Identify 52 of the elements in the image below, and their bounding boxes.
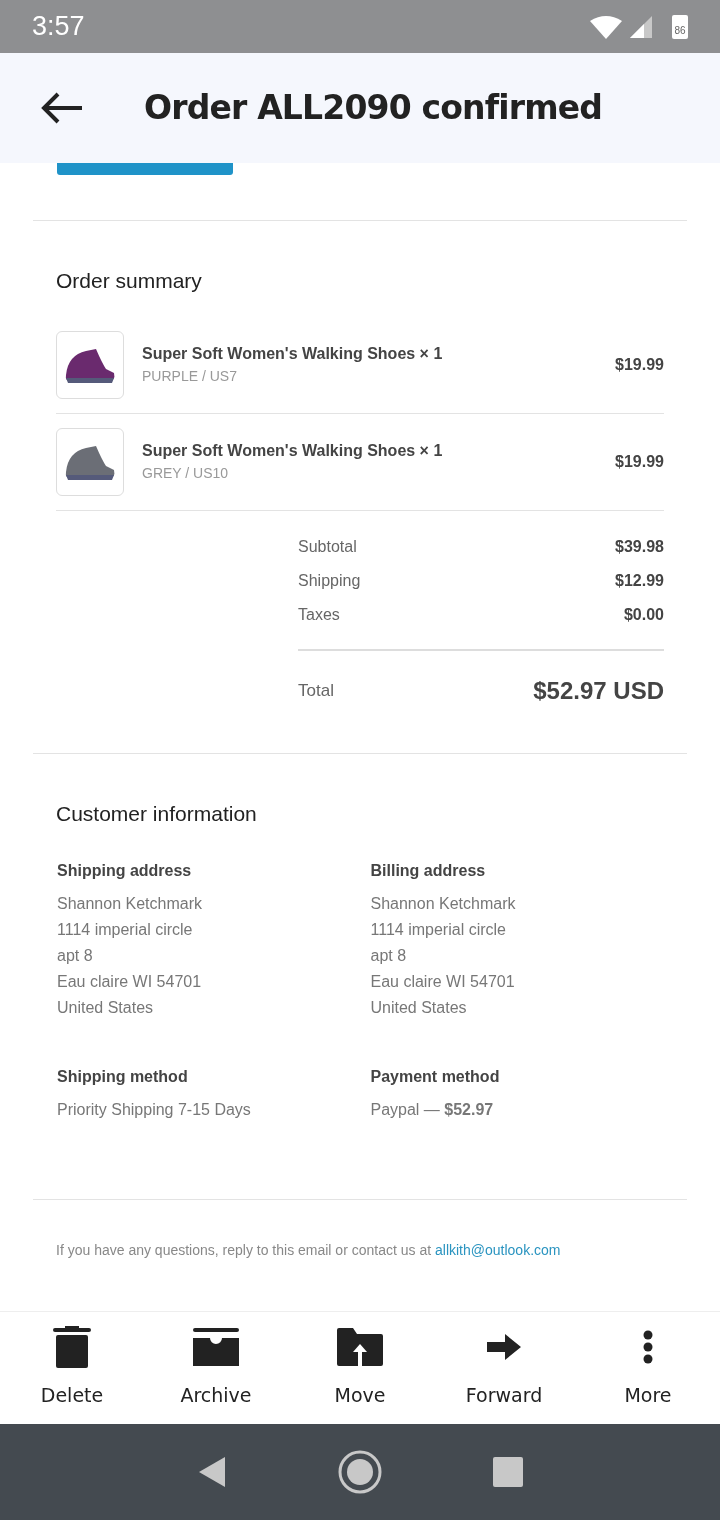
total-value: $52.97 USD: [533, 675, 664, 706]
email-link[interactable]: allkith@outlook.com: [435, 1242, 561, 1258]
info-line: Paypal — $52.97: [370, 1100, 495, 1120]
total-label: Total: [298, 679, 334, 702]
summary-label: Shipping: [298, 570, 361, 591]
toolbar-button[interactable]: Move: [288, 1312, 432, 1423]
archive-box-icon: [193, 1328, 239, 1367]
back-nav-icon[interactable]: [197, 1455, 227, 1489]
folder-upload-icon: [337, 1328, 383, 1367]
info-line: 1114 imperial circle: [370, 920, 507, 940]
right-arrow-icon: [487, 1334, 521, 1361]
info-line: apt 8: [370, 946, 408, 966]
toolbar-button[interactable]: Delete: [0, 1312, 144, 1423]
back-arrow-icon[interactable]: [40, 91, 84, 125]
product-price: $19.99: [615, 451, 664, 472]
info-line: Eau claire WI 54701: [57, 972, 203, 992]
info-line: Priority Shipping 7-15 Days: [57, 1100, 252, 1120]
product-variant: PURPLE / US7: [142, 367, 238, 386]
summary-value: $0.00: [623, 604, 664, 625]
product-price: $19.99: [615, 354, 664, 375]
info-line: 1114 imperial circle: [57, 920, 194, 940]
home-nav-icon[interactable]: [337, 1449, 383, 1495]
section-title: Customer information: [56, 800, 258, 827]
info-line: Shannon Ketchmark: [57, 894, 203, 914]
more-icon: [643, 1330, 653, 1365]
trash-icon: [53, 1326, 91, 1369]
info-line: Eau claire WI 54701: [370, 972, 516, 992]
info-line: apt 8: [57, 946, 94, 966]
summary-value: $12.99: [615, 570, 664, 591]
info-heading: Billing address: [370, 861, 487, 881]
toolbar-button[interactable]: Forward: [432, 1312, 576, 1423]
header-title: Order ALL2090 confirmed: [144, 87, 603, 130]
summary-value: $39.98: [615, 536, 664, 557]
section-title: Order summary: [56, 268, 203, 294]
summary-label: Taxes: [298, 604, 340, 625]
info-heading: Payment method: [370, 1067, 501, 1087]
product-variant: GREY / US10: [142, 464, 230, 483]
battery-icon: 86: [672, 14, 688, 39]
product-name: Super Soft Women's Walking Shoes × 1: [142, 441, 444, 461]
product-name: Super Soft Women's Walking Shoes × 1: [142, 344, 444, 364]
info-heading: Shipping address: [57, 861, 193, 881]
wifi-icon: [590, 14, 622, 39]
toolbar-button[interactable]: Archive: [144, 1312, 288, 1423]
status-time: 3:57: [32, 10, 85, 44]
signal-icon: [630, 15, 652, 38]
info-line: Shannon Ketchmark: [370, 894, 517, 914]
info-line: United States: [370, 998, 468, 1018]
summary-label: Subtotal: [298, 536, 357, 557]
info-heading: Shipping method: [57, 1067, 189, 1087]
toolbar-button[interactable]: More: [576, 1312, 720, 1423]
info-line: United States: [57, 998, 155, 1018]
footer-text: If you have any questions, reply to this email or contact us at allkith@outlook.com: [55, 1241, 562, 1260]
